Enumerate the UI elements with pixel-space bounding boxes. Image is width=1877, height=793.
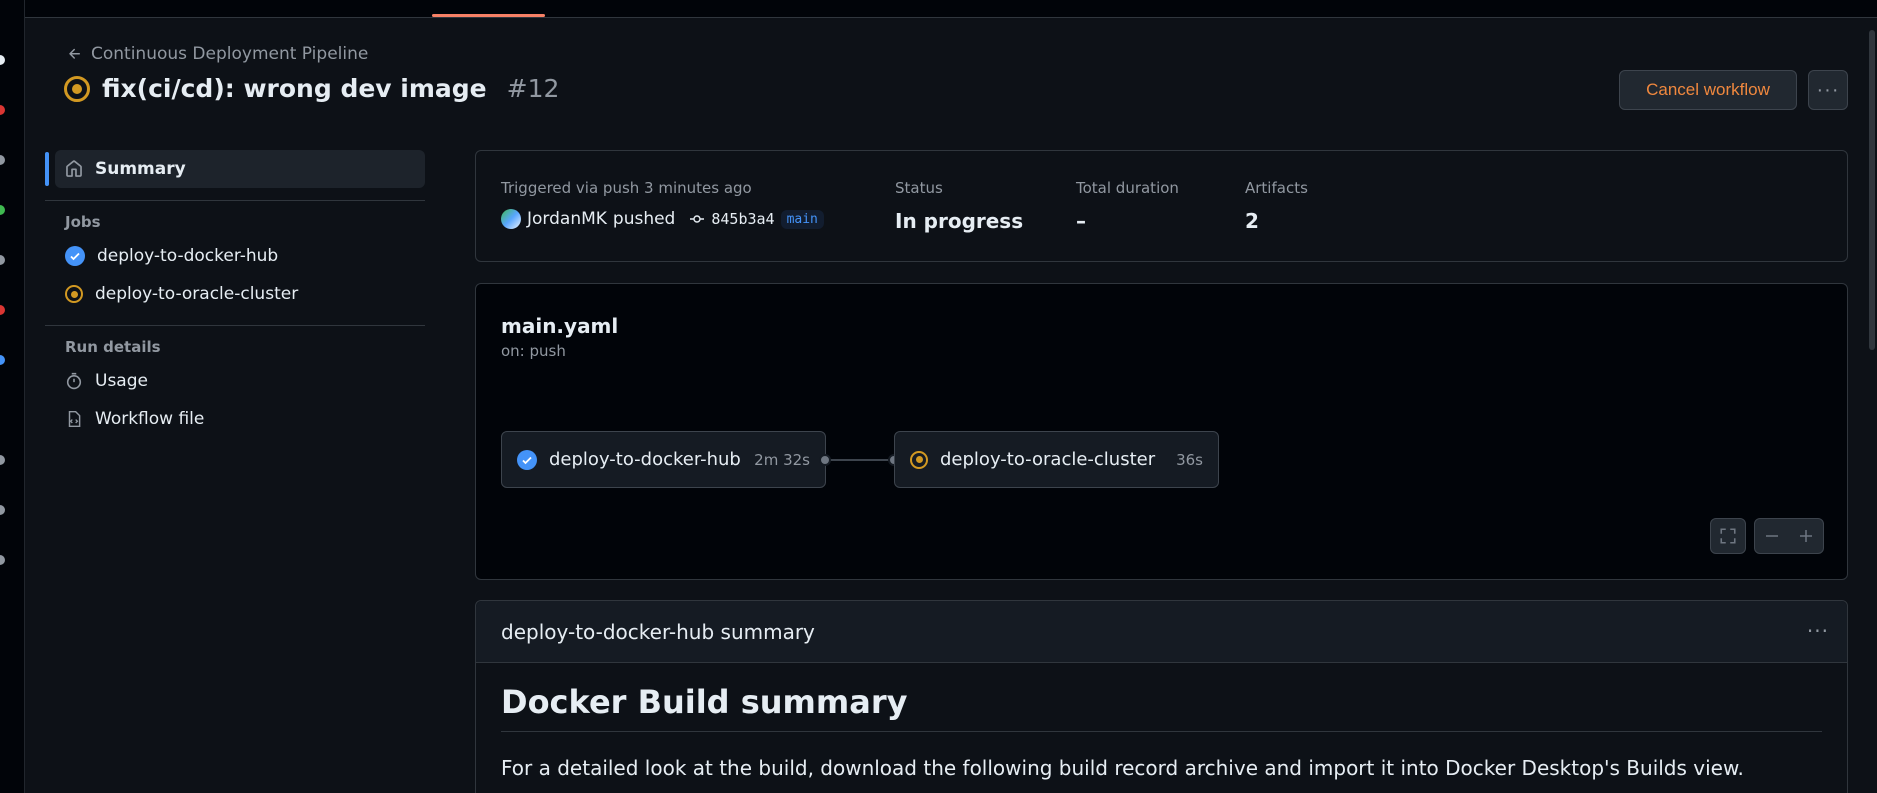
commit-sha-link[interactable]: 845b3a4 bbox=[711, 210, 774, 228]
run-details-heading: Run details bbox=[65, 338, 161, 356]
home-icon bbox=[66, 160, 82, 177]
git-commit-icon bbox=[690, 215, 705, 223]
sidebar-item-label: Workflow file bbox=[95, 409, 205, 429]
summary-heading: Docker Build summary bbox=[501, 683, 1822, 732]
sidebar-item-label: Usage bbox=[95, 371, 148, 391]
active-tab-indicator bbox=[432, 14, 545, 17]
fullscreen-icon bbox=[1720, 528, 1736, 544]
workflow-graph-card: main.yaml on: push deploy-to-docker-hub … bbox=[475, 283, 1848, 580]
sidebar-item-label: deploy-to-docker-hub bbox=[97, 246, 279, 266]
artifacts-value[interactable]: 2 bbox=[1245, 209, 1308, 233]
sidebar-item-job-oracle-cluster[interactable]: deploy-to-oracle-cluster bbox=[45, 275, 425, 313]
back-to-workflow-link[interactable]: Continuous Deployment Pipeline bbox=[67, 44, 368, 64]
more-options-button[interactable]: ··· bbox=[1808, 70, 1848, 110]
check-circle-icon bbox=[517, 449, 537, 470]
in-progress-icon bbox=[65, 285, 83, 303]
run-trigger-card: Triggered via push 3 minutes ago JordanM… bbox=[475, 150, 1848, 262]
triggered-label: Triggered via push 3 minutes ago bbox=[501, 179, 752, 197]
graph-job-docker-hub[interactable]: deploy-to-docker-hub 2m 32s bbox=[501, 431, 826, 488]
kebab-icon: ··· bbox=[1816, 78, 1840, 101]
graph-job-oracle-cluster[interactable]: deploy-to-oracle-cluster 36s bbox=[894, 431, 1219, 488]
zoom-out-icon[interactable] bbox=[1764, 528, 1780, 544]
strip-icon[interactable] bbox=[0, 555, 5, 565]
scrollbar-thumb[interactable] bbox=[1869, 30, 1875, 350]
graph-job-duration: 2m 32s bbox=[754, 450, 810, 469]
strip-icon[interactable] bbox=[0, 155, 5, 165]
in-progress-icon bbox=[64, 75, 90, 102]
run-title-text: fix(ci/cd): wrong dev image bbox=[102, 74, 487, 103]
artifacts-label: Artifacts bbox=[1245, 179, 1308, 197]
job-summary-body: Docker Build summary For a detailed look… bbox=[476, 663, 1847, 793]
summary-paragraph: For a detailed look at the build, downlo… bbox=[501, 756, 1744, 780]
strip-icon[interactable] bbox=[0, 505, 5, 515]
graph-job-duration: 36s bbox=[1176, 450, 1203, 469]
run-number: #12 bbox=[506, 74, 560, 103]
back-link-label: Continuous Deployment Pipeline bbox=[91, 44, 369, 64]
graph-port bbox=[819, 454, 831, 466]
workflow-file-name: main.yaml bbox=[501, 314, 619, 338]
sidebar-divider bbox=[45, 325, 425, 326]
left-app-strip bbox=[0, 0, 25, 793]
duration-value: – bbox=[1076, 209, 1086, 233]
strip-icon[interactable] bbox=[0, 205, 5, 215]
status-info: Status In progress bbox=[895, 179, 1023, 233]
strip-icon[interactable] bbox=[0, 105, 5, 115]
workflow-trigger-event: on: push bbox=[501, 342, 566, 360]
graph-job-label: deploy-to-docker-hub bbox=[549, 449, 741, 470]
sidebar-item-label: Summary bbox=[95, 159, 186, 179]
in-progress-icon bbox=[910, 450, 928, 469]
run-title: fix(ci/cd): wrong dev image #12 bbox=[64, 74, 559, 103]
run-sidebar: Summary Jobs deploy-to-docker-hub deploy… bbox=[45, 150, 425, 438]
strip-icon[interactable] bbox=[0, 255, 5, 265]
duration-info: Total duration – bbox=[1076, 179, 1179, 233]
branch-badge[interactable]: main bbox=[780, 209, 824, 229]
sidebar-divider bbox=[45, 200, 425, 201]
zoom-in-icon[interactable] bbox=[1798, 528, 1814, 544]
jobs-heading: Jobs bbox=[65, 213, 101, 231]
artifacts-info: Artifacts 2 bbox=[1245, 179, 1308, 233]
check-circle-icon bbox=[65, 246, 85, 266]
job-summary-header: deploy-to-docker-hub summary ··· bbox=[476, 601, 1847, 663]
graph-job-label: deploy-to-oracle-cluster bbox=[940, 449, 1156, 470]
sidebar-item-summary[interactable]: Summary bbox=[45, 150, 425, 188]
pusher-username[interactable]: JordanMK bbox=[527, 209, 607, 229]
push-details: JordanMK pushed 845b3a4 main bbox=[501, 209, 824, 229]
status-value: In progress bbox=[895, 209, 1024, 233]
push-action: pushed bbox=[612, 209, 676, 229]
graph-connector bbox=[826, 459, 894, 461]
stopwatch-icon bbox=[66, 372, 82, 390]
file-code-icon bbox=[68, 410, 81, 428]
sidebar-item-workflow-file[interactable]: Workflow file bbox=[45, 400, 425, 438]
fullscreen-button[interactable] bbox=[1710, 518, 1746, 554]
status-label: Status bbox=[895, 179, 943, 197]
page-scrollbar[interactable] bbox=[1867, 18, 1877, 793]
job-summary-card: deploy-to-docker-hub summary ··· Docker … bbox=[475, 600, 1848, 793]
job-summary-title: deploy-to-docker-hub summary bbox=[501, 619, 815, 644]
sidebar-item-usage[interactable]: Usage bbox=[45, 362, 425, 400]
sidebar-item-job-docker-hub[interactable]: deploy-to-docker-hub bbox=[45, 237, 425, 275]
kebab-icon[interactable]: ··· bbox=[1807, 619, 1829, 643]
arrow-left-icon bbox=[69, 48, 80, 59]
strip-icon[interactable] bbox=[0, 355, 5, 365]
avatar[interactable] bbox=[501, 209, 521, 229]
sidebar-item-label: deploy-to-oracle-cluster bbox=[95, 284, 299, 304]
duration-label: Total duration bbox=[1076, 179, 1179, 197]
strip-icon[interactable] bbox=[0, 55, 5, 65]
strip-icon[interactable] bbox=[0, 455, 5, 465]
strip-icon[interactable] bbox=[0, 305, 5, 315]
zoom-controls bbox=[1754, 518, 1824, 554]
browser-top-bar bbox=[0, 0, 1877, 18]
trigger-info: Triggered via push 3 minutes ago JordanM… bbox=[501, 179, 824, 229]
cancel-workflow-button[interactable]: Cancel workflow bbox=[1619, 70, 1797, 110]
